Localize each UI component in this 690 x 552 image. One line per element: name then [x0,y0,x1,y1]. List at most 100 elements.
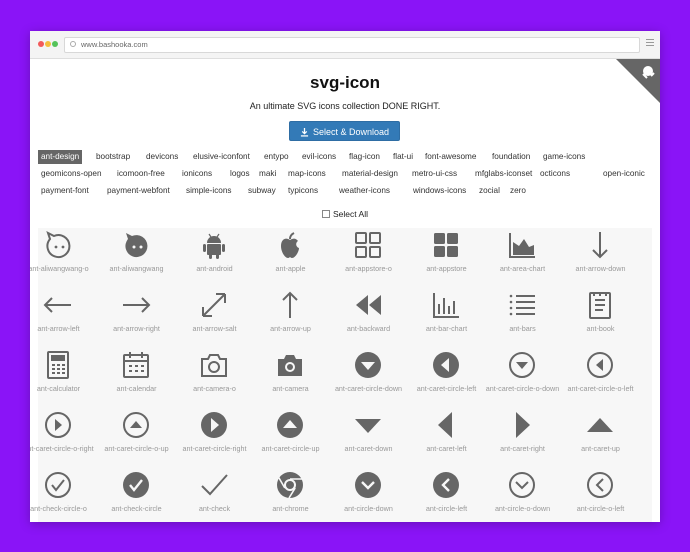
icon-tile-ant-android[interactable]: ant-android [176,230,253,290]
icon-tile-ant-caret-circle-o-right[interactable]: ant-caret-circle-o-right [30,410,97,470]
camera-icon [278,355,302,376]
icon-set-geomicons-open[interactable]: geomicons-open [38,167,105,181]
icon-set-entypo[interactable]: entypo [261,150,292,164]
close-window-icon[interactable] [38,41,44,47]
icon-tile-ant-camera-o[interactable]: ant-camera-o [176,350,253,410]
icon-tile-ant-apple[interactable]: ant-apple [252,230,329,290]
icon-tile-ant-caret-circle-up[interactable]: ant-caret-circle-up [252,410,329,470]
browser-menu-icon[interactable] [646,39,654,48]
icon-tile-ant-bars[interactable]: ant-bars [484,290,561,350]
icon-tile-ant-chrome[interactable]: ant-chrome [252,470,329,522]
icon-set-weather-icons[interactable]: weather-icons [336,184,393,198]
icon-set-mfglabs-iconset[interactable]: mfglabs-iconset [472,167,535,181]
icon-tile-ant-bar-chart[interactable]: ant-bar-chart [408,290,485,350]
icon-set-evil-icons[interactable]: evil-icons [299,150,339,164]
icon-tile-ant-arrow-left[interactable]: ant-arrow-left [30,290,97,350]
icon-tile-ant-aliwangwang-o[interactable]: ant-aliwangwang-o [30,230,97,290]
icon-tile-ant-circle-o-down[interactable]: ant-circle-o-down [484,470,561,522]
icon-tile-ant-caret-circle-left[interactable]: ant-caret-circle-left [408,350,485,410]
icon-tile-ant-caret-circle-o-down[interactable]: ant-caret-circle-o-down [484,350,561,410]
icon-set-ionicons[interactable]: ionicons [179,167,215,181]
arrow-up-icon [282,291,298,318]
appstore-o-icon [355,232,381,258]
select-download-button[interactable]: Select & Download [289,121,400,141]
icon-set-game-icons[interactable]: game-icons [540,150,588,164]
appstore-icon [434,233,458,257]
icon-tile-ant-caret-circle-down[interactable]: ant-caret-circle-down [330,350,407,410]
icon-tile-ant-book[interactable]: ant-book [562,290,639,350]
icon-set-zero[interactable]: zero [507,184,529,198]
circle-down-icon [355,472,381,498]
icon-tile-ant-circle-down[interactable]: ant-circle-down [330,470,407,522]
caret-down-icon [355,419,381,433]
icon-tile-ant-check-circle-o[interactable]: ant-check-circle-o [30,470,97,522]
bars-icon [509,294,535,316]
icon-tile-ant-arrow-salt[interactable]: ant-arrow-salt [176,290,253,350]
icon-set-simple-icons[interactable]: simple-icons [183,184,235,198]
icon-tile-ant-circle-o-left[interactable]: ant-circle-o-left [562,470,639,522]
icon-set-metro-ui-css[interactable]: metro-ui-css [409,167,460,181]
checkbox-icon[interactable] [322,210,331,218]
minimize-window-icon[interactable] [45,41,51,47]
icon-tile-ant-calendar[interactable]: ant-calendar [98,350,175,410]
address-bar[interactable]: www.bashooka.com [64,37,640,53]
page-subtitle: An ultimate SVG icons collection DONE RI… [249,101,441,111]
select-all-checkbox[interactable]: Select All [30,209,660,219]
caret-circle-o-right-icon [45,412,71,438]
arrow-salt-icon [202,293,226,317]
icon-set-material-design[interactable]: material-design [339,167,401,181]
icon-tile-ant-aliwangwang[interactable]: ant-aliwangwang [98,230,175,290]
icon-set-logos[interactable]: logos [227,167,253,181]
icon-set-list: ant-design bootstrap devicons elusive-iconf… [38,150,645,201]
icon-tile-ant-caret-circle-right[interactable]: ant-caret-circle-right [176,410,253,470]
icon-set-subway[interactable]: subway [245,184,279,198]
caret-circle-down-icon [355,352,381,378]
icon-set-zocial[interactable]: zocial [476,184,503,198]
icon-set-icomoon-free[interactable]: icomoon-free [114,167,168,181]
icon-tile-ant-area-chart[interactable]: ant-area-chart [484,230,561,290]
icon-set-font-awesome[interactable]: font-awesome [422,150,479,164]
icon-set-flag-icon[interactable]: flag-icon [346,150,383,164]
check-icon [201,474,228,496]
page-title: svg-icon [310,73,380,92]
calculator-icon [47,351,69,379]
icon-tile-ant-check[interactable]: ant-check [176,470,253,522]
icon-set-flat-ui[interactable]: flat-ui [390,150,416,164]
icon-set-row: payment-font payment-webfont simple-icons s… [38,184,638,201]
icon-tile-ant-caret-up[interactable]: ant-caret-up [562,410,639,470]
icon-set-bootstrap[interactable]: bootstrap [93,150,133,164]
icon-tile-ant-arrow-down[interactable]: ant-arrow-down [562,230,639,290]
icon-set-octicons[interactable]: octicons [537,167,573,181]
icon-set-devicons[interactable]: devicons [143,150,181,164]
icon-label: ant-arrow-down [575,264,626,273]
icon-tile-ant-caret-right[interactable]: ant-caret-right [484,410,561,470]
android-icon [203,233,225,259]
icon-label: ant-circle-o-left [576,504,625,513]
icon-tile-ant-backward[interactable]: ant-backward [330,290,407,350]
icon-tile-ant-arrow-up[interactable]: ant-arrow-up [252,290,329,350]
maximize-window-icon[interactable] [52,41,58,47]
icon-set-payment-font[interactable]: payment-font [38,184,92,198]
icon-set-open-iconic[interactable]: open-iconic [600,167,648,181]
icon-set-windows-icons[interactable]: windows-icons [410,184,469,198]
icon-tile-ant-calculator[interactable]: ant-calculator [30,350,97,410]
apple-icon [281,232,299,258]
icon-tile-ant-caret-circle-o-left[interactable]: ant-caret-circle-o-left [562,350,639,410]
icon-tile-ant-caret-left[interactable]: ant-caret-left [408,410,485,470]
icon-set-foundation[interactable]: foundation [489,150,533,164]
icon-tile-ant-caret-circle-o-up[interactable]: ant-caret-circle-o-up [98,410,175,470]
icon-tile-ant-caret-down[interactable]: ant-caret-down [330,410,407,470]
icon-tile-ant-circle-left[interactable]: ant-circle-left [408,470,485,522]
icon-tile-ant-appstore[interactable]: ant-appstore [408,230,485,290]
icon-set-payment-webfont[interactable]: payment-webfont [104,184,173,198]
icon-set-map-icons[interactable]: map-icons [285,167,329,181]
icon-set-ant-design[interactable]: ant-design [38,150,83,164]
icon-tile-ant-arrow-right[interactable]: ant-arrow-right [98,290,175,350]
icon-tile-ant-check-circle[interactable]: ant-check-circle [98,470,175,522]
icon-tile-ant-camera[interactable]: ant-camera [252,350,329,410]
icon-set-elusive-iconfont[interactable]: elusive-iconfont [190,150,253,164]
icon-tile-ant-appstore-o[interactable]: ant-appstore-o [330,230,407,290]
icon-set-typicons[interactable]: typicons [285,184,321,198]
icon-set-maki[interactable]: maki [256,167,279,181]
caret-circle-up-icon [277,412,303,438]
